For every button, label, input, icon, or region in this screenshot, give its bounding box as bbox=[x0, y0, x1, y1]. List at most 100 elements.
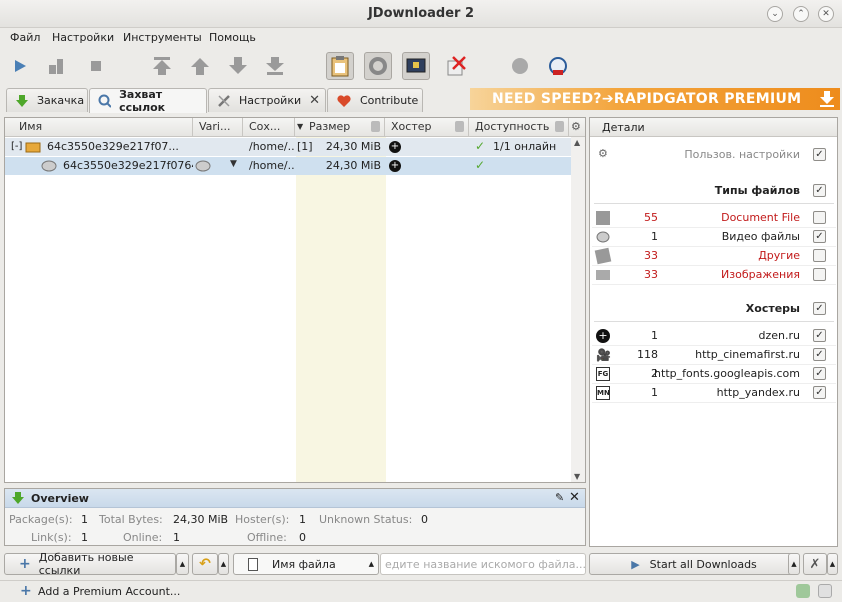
link-row[interactable]: 64c3550e329e217f0764a... ▼ /home/... 24,… bbox=[5, 157, 571, 175]
premium-banner[interactable]: NEED SPEED?➔RAPIDGATOR PREMIUM bbox=[470, 88, 840, 110]
yandex-checkbox[interactable]: ✓ bbox=[813, 386, 826, 399]
reconnect-icon[interactable] bbox=[364, 52, 392, 80]
minimize-icon[interactable]: ⌄ bbox=[767, 6, 783, 22]
custom-settings-checkbox[interactable]: ✓ bbox=[813, 148, 826, 161]
filetypes-checkbox[interactable]: ✓ bbox=[813, 184, 826, 197]
start-all-downloads-button[interactable]: ▶ Start all Downloads bbox=[589, 553, 799, 575]
variant-dropdown-icon[interactable]: ▼ bbox=[230, 159, 237, 169]
stop-icon[interactable] bbox=[82, 52, 110, 80]
custom-settings-row[interactable]: ⚙ Пользов. настройки ✓ bbox=[592, 146, 836, 165]
filter-row-dzen[interactable]: + 1 dzen.ru ✓ bbox=[592, 327, 836, 346]
expand-toggle[interactable]: [-] bbox=[11, 138, 22, 156]
tab-download[interactable]: Закачка bbox=[6, 88, 88, 112]
links-label: Link(s): bbox=[31, 531, 72, 544]
online-check-icon: ✓ bbox=[475, 139, 486, 153]
overview-title: Overview bbox=[31, 492, 89, 505]
table-scrollbar[interactable]: ▲ ▼ bbox=[571, 137, 585, 482]
add-premium-account-link[interactable]: Add a Premium Account... bbox=[38, 585, 180, 598]
dzen-checkbox[interactable]: ✓ bbox=[813, 329, 826, 342]
clear-list-icon[interactable] bbox=[442, 52, 470, 80]
images-label: Изображения bbox=[721, 268, 800, 281]
select-arrow-icon: ▲ bbox=[368, 560, 374, 568]
images-checkbox[interactable] bbox=[813, 268, 826, 281]
move-bottom-icon[interactable] bbox=[261, 52, 289, 80]
menu-help[interactable]: Помощь bbox=[209, 31, 256, 44]
undo-button[interactable]: ↶ bbox=[192, 553, 218, 575]
add-links-menu-button[interactable]: ▲ bbox=[176, 553, 189, 575]
column-availability[interactable]: Доступность bbox=[469, 118, 569, 136]
add-links-button[interactable]: + Добавить новые ссылки bbox=[4, 551, 176, 577]
menu-file[interactable]: Файл bbox=[10, 31, 40, 44]
maximize-icon[interactable]: ⌃ bbox=[793, 6, 809, 22]
tab-contribute[interactable]: Contribute bbox=[327, 88, 423, 112]
other-count: 33 bbox=[644, 249, 658, 262]
move-down-icon[interactable] bbox=[224, 52, 252, 80]
move-up-icon[interactable] bbox=[186, 52, 214, 80]
start-menu-button[interactable]: ▲ bbox=[788, 553, 800, 575]
hoster-icon: + bbox=[389, 141, 401, 153]
pause-icon[interactable] bbox=[42, 52, 70, 80]
dzen-count: 1 bbox=[651, 329, 658, 342]
divider bbox=[594, 321, 834, 322]
overview-settings-icon[interactable]: ✎ bbox=[555, 491, 564, 504]
mn-hoster-icon: MN bbox=[596, 386, 610, 400]
add-premium-plus-icon: + bbox=[20, 583, 32, 599]
auto-reconnect-icon[interactable] bbox=[402, 52, 430, 80]
search-placeholder: едите название искомого файла... bbox=[385, 558, 586, 571]
filter-row-yandex[interactable]: MN 1 http_yandex.ru ✓ bbox=[592, 384, 836, 403]
tools-button[interactable]: ✗ bbox=[803, 553, 827, 575]
filter-row-cinemafirst[interactable]: 🎥 118 http_cinemafirst.ru ✓ bbox=[592, 346, 836, 365]
column-variant[interactable]: Vari... bbox=[193, 118, 243, 136]
other-label: Другие bbox=[758, 249, 800, 262]
undo-menu-button[interactable]: ▲ bbox=[218, 553, 229, 575]
menu-settings[interactable]: Настройки bbox=[52, 31, 114, 44]
video-checkbox[interactable]: ✓ bbox=[813, 230, 826, 243]
tab-settings[interactable]: Настройки ✕ bbox=[208, 88, 326, 112]
column-settings-gear-icon[interactable]: ⚙ bbox=[571, 120, 581, 133]
filter-row-googleapis[interactable]: FG 2 http_fonts.googleapis.com ✓ bbox=[592, 365, 836, 384]
tab-close-icon[interactable]: ✕ bbox=[309, 93, 320, 108]
premium-globe-icon[interactable] bbox=[544, 52, 572, 80]
move-top-icon[interactable] bbox=[148, 52, 176, 80]
tray-update-icon[interactable] bbox=[796, 584, 810, 598]
package-availability: 1/1 онлайн bbox=[493, 140, 557, 153]
close-icon[interactable]: ✕ bbox=[818, 6, 834, 22]
tab-linkgrabber[interactable]: Захват ссылок bbox=[89, 88, 207, 114]
column-hoster-label: Хостер bbox=[391, 120, 432, 133]
hosters-title: Хостеры bbox=[745, 302, 800, 315]
online-check-icon: ✓ bbox=[475, 158, 486, 172]
column-size[interactable]: ▼ Размер bbox=[295, 118, 385, 136]
overview-close-icon[interactable]: ✕ bbox=[569, 490, 580, 505]
other-checkbox[interactable] bbox=[813, 249, 826, 262]
plus-icon: + bbox=[19, 556, 31, 572]
details-panel: Детали ⚙ Пользов. настройки ✓ Типы файло… bbox=[589, 117, 838, 547]
image-file-icon bbox=[596, 270, 610, 280]
column-hoster[interactable]: Хостер bbox=[385, 118, 469, 136]
unknown-status-label: Unknown Status: bbox=[319, 513, 413, 526]
tab-bar: Закачка Захват ссылок Настройки ✕ Contri… bbox=[0, 86, 842, 114]
search-field-select[interactable]: Имя файла ▲ bbox=[233, 553, 379, 575]
update-icon[interactable] bbox=[506, 52, 534, 80]
column-save-to[interactable]: Сох... bbox=[243, 118, 295, 136]
document-checkbox[interactable] bbox=[813, 211, 826, 224]
cinemafirst-checkbox[interactable]: ✓ bbox=[813, 348, 826, 361]
filter-row-other[interactable]: 33 Другие bbox=[592, 247, 836, 266]
hosters-checkbox[interactable]: ✓ bbox=[813, 302, 826, 315]
clipboard-observer-icon[interactable] bbox=[326, 52, 354, 80]
tools-menu-button[interactable]: ▲ bbox=[827, 553, 838, 575]
video-label: Видео файлы bbox=[721, 230, 800, 243]
scroll-up-icon[interactable]: ▲ bbox=[574, 138, 580, 147]
filter-row-video[interactable]: 1 Видео файлы ✓ bbox=[592, 228, 836, 247]
play-icon[interactable] bbox=[6, 52, 34, 80]
column-name[interactable]: Имя bbox=[5, 118, 193, 136]
tray-clipboard-icon[interactable] bbox=[818, 584, 832, 598]
menu-tools[interactable]: Инструменты bbox=[123, 31, 202, 44]
search-input[interactable]: едите название искомого файла... bbox=[380, 553, 586, 575]
window-title: JDownloader 2 bbox=[367, 6, 475, 21]
filter-row-images[interactable]: 33 Изображения bbox=[592, 266, 836, 285]
scroll-down-icon[interactable]: ▼ bbox=[574, 472, 580, 481]
googleapis-checkbox[interactable]: ✓ bbox=[813, 367, 826, 380]
googleapis-count: 2 bbox=[651, 367, 658, 380]
package-row[interactable]: [-] 64c3550e329e217f07... /home/... [1] … bbox=[5, 138, 571, 156]
filter-row-document[interactable]: 55 Document File bbox=[592, 209, 836, 228]
